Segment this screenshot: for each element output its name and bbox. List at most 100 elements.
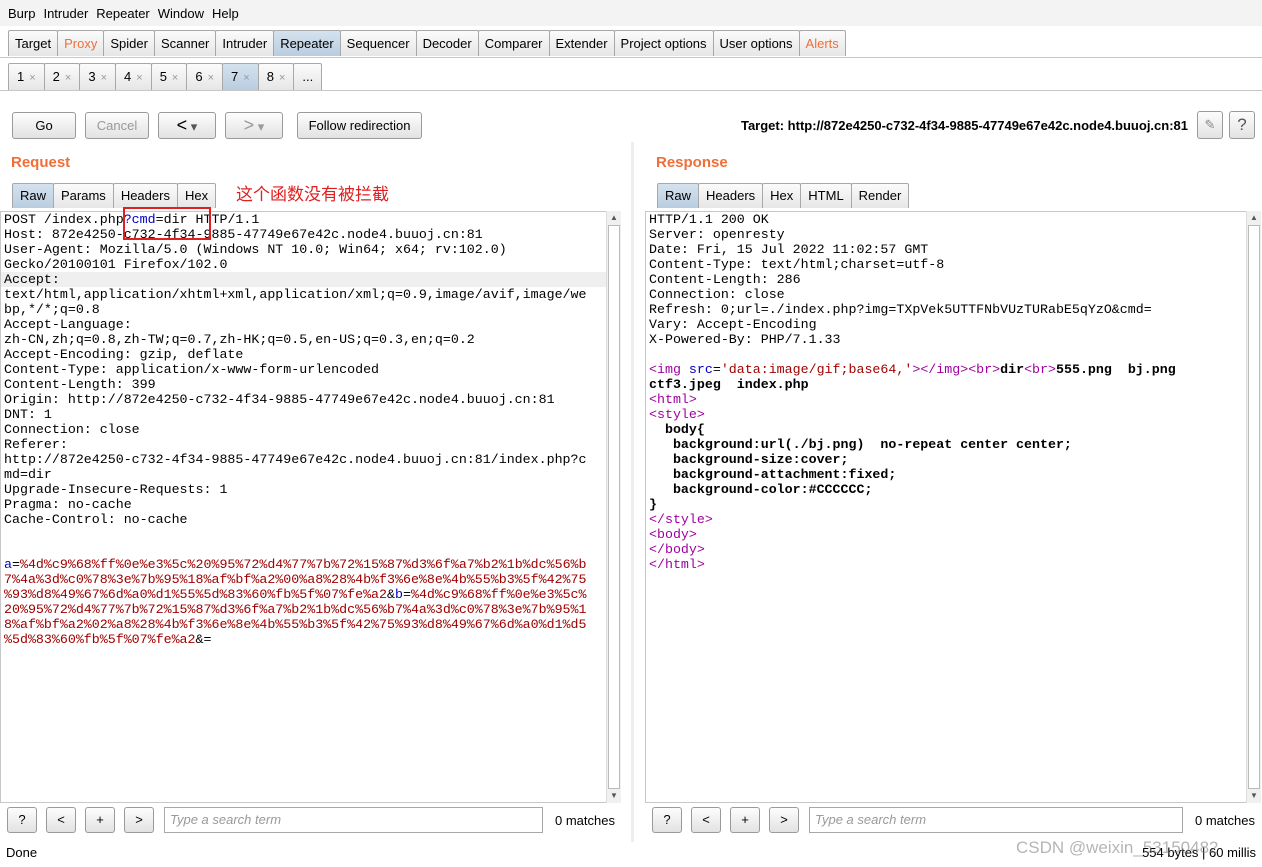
- text-segment: Gecko/20100101 Firefox/102.0: [4, 257, 228, 272]
- repeater-tab-1[interactable]: 1 ×: [8, 63, 45, 90]
- close-icon[interactable]: ×: [136, 72, 142, 84]
- text-segment: %93%d8%49%67%6d%a0%d1%55%5d%83%60%fb%5f%…: [4, 587, 388, 602]
- close-icon[interactable]: ×: [29, 72, 35, 84]
- cancel-button[interactable]: Cancel: [85, 112, 149, 139]
- help-button[interactable]: ?: [1229, 111, 1255, 139]
- tab-alerts[interactable]: Alerts: [798, 30, 846, 56]
- tab-repeater[interactable]: Repeater: [273, 30, 341, 56]
- editor-line: bp,*/*;q=0.8: [1, 302, 606, 317]
- editor-line: http://872e4250-c732-4f34-9885-47749e67e…: [1, 452, 606, 467]
- text-segment: src: [680, 362, 713, 377]
- repeater-tab-9[interactable]: ...: [293, 63, 323, 90]
- response-editor[interactable]: HTTP/1.1 200 OK Server: openresty Date: Fr…: [645, 211, 1247, 803]
- text-segment: &=: [195, 632, 212, 647]
- response-tab-headers[interactable]: Headers: [698, 183, 764, 208]
- editor-line: Cache-Control: no-cache: [1, 512, 606, 527]
- search-next-button[interactable]: >: [769, 807, 799, 833]
- tab-target[interactable]: Target: [8, 30, 59, 56]
- text-segment: 8%af%bf%a2%02%a8%28%4b%f3%6e%8e%4b%55%b3…: [4, 617, 587, 632]
- request-scrollbar[interactable]: ▲ ▼: [606, 211, 621, 803]
- editor-line: <style>: [646, 407, 1246, 422]
- search-next-button[interactable]: >: [124, 807, 154, 833]
- editor-line: Upgrade-Insecure-Requests: 1: [1, 482, 606, 497]
- close-icon[interactable]: ×: [208, 72, 214, 84]
- repeater-tab-6[interactable]: 6 ×: [186, 63, 224, 90]
- response-tab-render[interactable]: Render: [850, 183, 910, 208]
- close-icon[interactable]: ×: [172, 72, 178, 84]
- editor-line: ctf3.jpeg index.php: [646, 377, 1246, 392]
- text-segment: %4d%c9%68%ff%0e%e3%5c%: [410, 587, 587, 602]
- tab-proxy[interactable]: Proxy: [57, 30, 105, 56]
- repeater-tab-4[interactable]: 4 ×: [115, 63, 152, 90]
- editor-line: Referer:: [1, 437, 606, 452]
- tab-extender[interactable]: Extender: [548, 30, 615, 56]
- forward-button[interactable]: > ▾: [225, 112, 283, 139]
- text-segment: text/html,application/xhtml+xml,applicat…: [4, 287, 587, 302]
- search-help-button[interactable]: ?: [652, 807, 682, 833]
- editor-line: X-Powered-By: PHP/7.1.33: [646, 332, 1246, 347]
- close-icon[interactable]: ×: [65, 72, 71, 84]
- text-segment: Pragma: no-cache: [4, 497, 132, 512]
- response-search-input[interactable]: Type a search term: [809, 807, 1183, 833]
- editor-line: 8%af%bf%a2%02%a8%28%4b%f3%6e%8e%4b%55%b3…: [1, 617, 606, 632]
- text-segment: 555.png bj.png: [1056, 362, 1176, 377]
- close-icon[interactable]: ×: [279, 72, 285, 84]
- response-scrollbar[interactable]: ▲ ▼: [1246, 211, 1261, 803]
- tab-spider[interactable]: Spider: [103, 30, 155, 56]
- menu-help[interactable]: Help: [212, 6, 239, 21]
- text-segment: <body>: [649, 527, 697, 542]
- menu-repeater[interactable]: Repeater: [96, 6, 149, 21]
- tab-intruder[interactable]: Intruder: [215, 30, 275, 56]
- tab-sequencer[interactable]: Sequencer: [339, 30, 417, 56]
- menu-window[interactable]: Window: [158, 6, 204, 21]
- text-segment: bp,*/*;q=0.8: [4, 302, 100, 317]
- tab-comparer[interactable]: Comparer: [477, 30, 550, 56]
- annotation-text: 这个函数没有被拦截: [236, 185, 389, 204]
- repeater-tab-7[interactable]: 7 ×: [222, 63, 259, 90]
- search-add-button[interactable]: +: [730, 807, 760, 833]
- tab-decoder[interactable]: Decoder: [415, 30, 479, 56]
- text-segment: %5d%83%60%fb%5f%07%fe%a2: [4, 632, 196, 647]
- request-tab-hex[interactable]: Hex: [176, 183, 217, 208]
- text-segment: body{: [649, 422, 705, 437]
- text-segment: </style>: [649, 512, 713, 527]
- repeater-tab-8[interactable]: 8 ×: [257, 63, 295, 90]
- request-tab-params[interactable]: Params: [53, 183, 114, 208]
- request-editor[interactable]: POST /index.php?cmd=dir HTTP/1.1 Host: 87…: [0, 211, 607, 803]
- text-segment: 'data:image/gif;base64,': [720, 362, 913, 377]
- repeater-tab-3[interactable]: 3 ×: [79, 63, 117, 90]
- editor-line: Origin: http://872e4250-c732-4f34-9885-4…: [1, 392, 606, 407]
- response-tab-hex[interactable]: Hex: [762, 183, 802, 208]
- repeater-tab-2[interactable]: 2 ×: [43, 63, 81, 90]
- edit-target-button[interactable]: ✎: [1197, 111, 1223, 139]
- search-prev-button[interactable]: <: [691, 807, 721, 833]
- go-button[interactable]: Go: [12, 112, 76, 139]
- text-segment: </body>: [649, 542, 705, 557]
- follow-redirection-button[interactable]: Follow redirection: [297, 112, 422, 139]
- back-button[interactable]: < ▾: [158, 112, 216, 139]
- menu-intruder[interactable]: Intruder: [43, 6, 88, 21]
- response-tab-raw[interactable]: Raw: [657, 183, 700, 208]
- request-search-input[interactable]: Type a search term: [164, 807, 543, 833]
- split-pane-divider[interactable]: [631, 142, 634, 842]
- text-segment: Server: openresty: [649, 227, 785, 242]
- editor-line: Gecko/20100101 Firefox/102.0: [1, 257, 606, 272]
- request-tab-headers[interactable]: Headers: [112, 183, 178, 208]
- tab-scanner[interactable]: Scanner: [153, 30, 217, 56]
- tab-user-options[interactable]: User options: [712, 30, 800, 56]
- close-icon[interactable]: ×: [243, 72, 249, 84]
- main-tabs: Target Proxy Spider Scanner Intruder Repeater…: [8, 30, 846, 56]
- search-help-button[interactable]: ?: [7, 807, 37, 833]
- repeater-tab-5[interactable]: 5 ×: [150, 63, 188, 90]
- menu-burp[interactable]: Burp: [8, 6, 35, 21]
- tab-project-options[interactable]: Project options: [613, 30, 714, 56]
- search-prev-button[interactable]: <: [46, 807, 76, 833]
- editor-line: %93%d8%49%67%6d%a0%d1%55%5d%83%60%fb%5f%…: [1, 587, 606, 602]
- request-tab-raw[interactable]: Raw: [12, 183, 55, 208]
- editor-line: Content-Length: 399: [1, 377, 606, 392]
- response-tab-html[interactable]: HTML: [800, 183, 852, 208]
- text-segment: HTTP/1.1 200 OK: [649, 212, 769, 227]
- chevron-down-icon: ▾: [257, 119, 265, 134]
- close-icon[interactable]: ×: [101, 72, 107, 84]
- search-add-button[interactable]: +: [85, 807, 115, 833]
